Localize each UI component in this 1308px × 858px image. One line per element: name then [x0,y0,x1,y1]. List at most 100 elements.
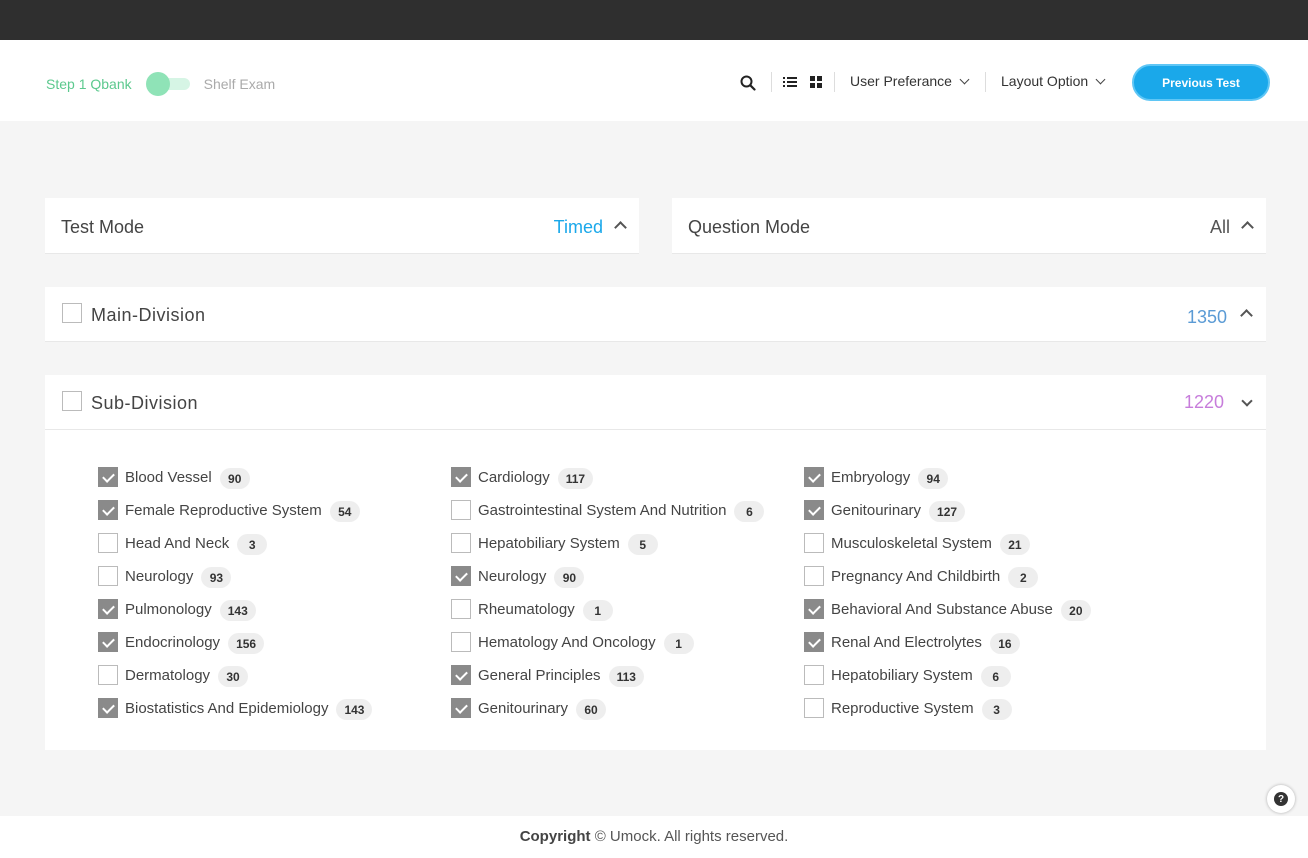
item-checkbox[interactable] [98,665,118,685]
count-badge: 60 [576,699,607,720]
list-item[interactable]: Musculoskeletal System 21 [804,531,1030,555]
list-item[interactable]: Pregnancy And Childbirth 2 [804,564,1039,588]
count-badge: 6 [734,501,765,522]
test-mode-panel[interactable]: Test Mode Timed [45,198,639,254]
count-badge: 156 [228,633,265,654]
toggle-knob [145,72,170,96]
list-item[interactable]: Hepatobiliary System 5 [451,531,658,555]
sub-division-panel[interactable]: Sub-Division 1220 [45,375,1266,430]
chevron-down-icon [959,74,970,84]
help-button[interactable]: ? [1267,785,1295,813]
item-label: Behavioral And Substance Abuse [831,600,1053,618]
list-item[interactable]: Gastrointestinal System And Nutrition 6 [451,498,765,522]
item-label: Pregnancy And Childbirth [831,567,1001,585]
list-item[interactable]: Pulmonology 143 [98,597,256,621]
list-item[interactable]: Genitourinary 60 [451,696,607,720]
main-division-panel[interactable]: Main-Division 1350 [45,287,1266,342]
item-checkbox[interactable] [804,665,824,685]
list-item[interactable]: Neurology 90 [451,564,585,588]
count-badge: 3 [237,534,268,555]
item-label: Biostatistics And Epidemiology [125,699,329,717]
item-label: Gastrointestinal System And Nutrition [478,501,727,519]
item-checkbox[interactable] [451,533,471,553]
item-checkbox[interactable] [98,566,118,586]
item-checkbox[interactable] [804,533,824,553]
qbank-toggle-group: Step 1 Qbank Shelf Exam [46,72,275,96]
item-label: Hepatobiliary System [831,666,973,684]
count-badge: 5 [627,534,658,555]
sub-division-count: 1220 [1183,392,1224,412]
sub-division-checkbox[interactable] [62,391,82,411]
list-item[interactable]: Head And Neck 3 [98,531,268,555]
item-checkbox[interactable] [98,467,118,487]
item-checkbox[interactable] [98,599,118,619]
item-checkbox[interactable] [804,632,824,652]
list-item[interactable]: Genitourinary 127 [804,498,966,522]
list-item[interactable]: Renal And Electrolytes 16 [804,630,1020,654]
item-checkbox[interactable] [451,566,471,586]
item-checkbox[interactable] [804,599,824,619]
item-checkbox[interactable] [804,500,824,520]
item-label: Embryology [831,468,911,486]
search-icon[interactable] [739,74,757,92]
list-item[interactable]: Reproductive System 3 [804,696,1012,720]
item-checkbox[interactable] [451,599,471,619]
chevron-up-icon[interactable] [1240,309,1253,322]
list-item[interactable]: Hepatobiliary System 6 [804,663,1011,687]
item-checkbox[interactable] [98,533,118,553]
list-view-icon[interactable] [781,73,799,91]
divider [834,72,835,92]
count-badge: 113 [608,666,644,687]
item-label: Reproductive System [831,699,974,717]
item-checkbox[interactable] [804,566,824,586]
list-item[interactable]: Embryology 94 [804,465,949,489]
item-label: Genitourinary [831,501,922,519]
list-item[interactable]: Dermatology 30 [98,663,249,687]
list-item[interactable]: Rheumatology 1 [451,597,613,621]
user-preference-menu[interactable]: User Preferance [850,73,970,89]
item-checkbox[interactable] [98,500,118,520]
question-mode-panel[interactable]: Question Mode All [672,198,1266,254]
count-badge: 94 [918,468,949,489]
list-item[interactable]: Behavioral And Substance Abuse 20 [804,597,1091,621]
item-label: Blood Vessel [125,468,212,486]
layout-option-menu[interactable]: Layout Option [1001,73,1106,89]
list-item[interactable]: Biostatistics And Epidemiology 143 [98,696,373,720]
list-item[interactable]: Endocrinology 156 [98,630,265,654]
count-badge: 1 [663,633,694,654]
item-checkbox[interactable] [804,467,824,487]
divider [985,72,986,92]
list-item[interactable]: Hematology And Oncology 1 [451,630,694,654]
count-badge: 143 [219,600,256,621]
main-division-count: 1350 [1186,307,1227,327]
item-checkbox[interactable] [451,665,471,685]
chevron-up-icon[interactable] [614,221,627,234]
list-item[interactable]: Blood Vessel 90 [98,465,250,489]
count-badge: 30 [218,666,249,687]
main-division-checkbox[interactable] [62,303,82,323]
item-checkbox[interactable] [804,698,824,718]
grid-view-icon[interactable] [807,73,825,91]
item-label: Musculoskeletal System [831,534,992,552]
item-checkbox[interactable] [451,500,471,520]
count-badge: 90 [219,468,250,489]
chevron-down-icon[interactable] [1241,395,1253,407]
list-item[interactable]: Female Reproductive System 54 [98,498,360,522]
item-checkbox[interactable] [98,698,118,718]
list-item[interactable]: Neurology 93 [98,564,232,588]
count-badge: 16 [989,633,1020,654]
list-item[interactable]: Cardiology 117 [451,465,594,489]
item-label: Neurology [125,567,194,585]
item-checkbox[interactable] [451,632,471,652]
item-label: Female Reproductive System [125,501,322,519]
count-badge: 3 [981,699,1012,720]
qbank-toggle-switch[interactable] [145,72,190,96]
test-mode-title: Test Mode [61,217,145,237]
list-item[interactable]: General Principles 113 [451,663,644,687]
item-checkbox[interactable] [451,467,471,487]
previous-test-button[interactable]: Previous Test [1132,64,1270,101]
item-checkbox[interactable] [98,632,118,652]
item-checkbox[interactable] [451,698,471,718]
chevron-up-icon[interactable] [1241,221,1254,234]
layout-option-label: Layout Option [1001,73,1089,89]
